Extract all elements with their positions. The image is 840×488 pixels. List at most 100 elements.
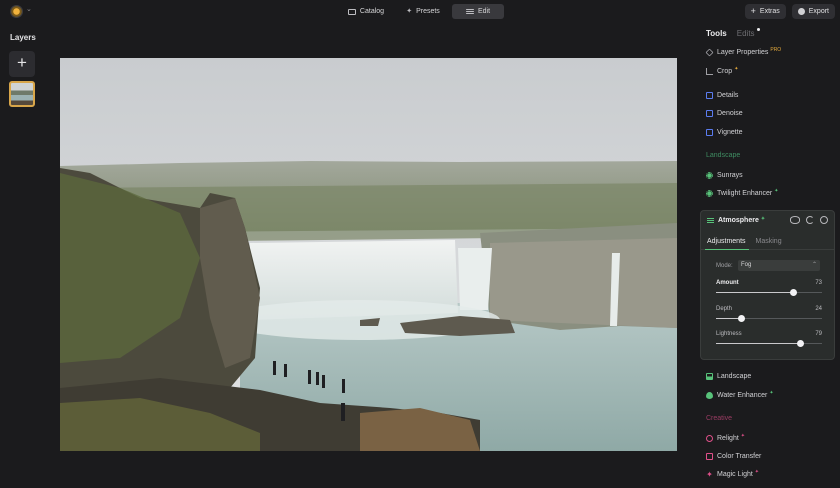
slider-label: Amount bbox=[716, 280, 739, 286]
tool-label: Sunrays bbox=[717, 171, 743, 179]
export-icon bbox=[797, 8, 805, 15]
extras-label: Extras bbox=[759, 8, 780, 15]
ai-badge-icon: ✦ bbox=[754, 469, 759, 475]
tool-denoise[interactable]: Denoise bbox=[706, 108, 743, 118]
tool-sunrays[interactable]: Sunrays bbox=[706, 170, 743, 180]
tool-label: Details bbox=[717, 91, 739, 99]
tool-label: Magic Light bbox=[717, 470, 753, 478]
atmosphere-header[interactable]: Atmosphere ✦ bbox=[707, 215, 766, 224]
tab-divider bbox=[701, 249, 834, 250]
catalog-button[interactable]: Catalog bbox=[338, 4, 394, 19]
tool-details[interactable]: Details bbox=[706, 90, 738, 100]
slider-knob[interactable] bbox=[796, 340, 804, 347]
sliders-icon bbox=[465, 11, 474, 12]
details-icon bbox=[706, 91, 713, 99]
slider-track[interactable] bbox=[716, 340, 822, 347]
tab-edits[interactable]: Edits bbox=[736, 28, 760, 38]
active-tab-underline bbox=[705, 249, 749, 250]
slider-fill bbox=[716, 343, 800, 344]
layers-title: Layers bbox=[10, 33, 36, 42]
twilight-icon bbox=[706, 189, 713, 197]
export-label: Export bbox=[808, 8, 829, 15]
edit-button[interactable]: Edit bbox=[452, 4, 504, 19]
tool-label: Relight bbox=[717, 434, 739, 442]
atmosphere-card: Atmosphere ✦ Adjustments Masking Mode: F… bbox=[700, 210, 835, 360]
extras-button[interactable]: + Extras bbox=[744, 4, 786, 19]
tab-masking[interactable]: Masking bbox=[756, 238, 782, 245]
slider-track[interactable] bbox=[716, 289, 822, 296]
tab-edits-label: Edits bbox=[736, 29, 755, 38]
catalog-label: Catalog bbox=[359, 8, 385, 15]
presets-button[interactable]: ✦ Presets bbox=[396, 4, 450, 19]
tool-label: Water Enhancer bbox=[717, 391, 768, 399]
ai-badge-icon: ✦ bbox=[760, 215, 766, 222]
sparkle-icon: ✦ bbox=[706, 469, 713, 479]
slider-knob[interactable] bbox=[790, 289, 798, 296]
export-button[interactable]: Export bbox=[791, 4, 835, 19]
slider-label: Depth bbox=[716, 306, 733, 312]
tool-label: Vignette bbox=[717, 128, 743, 136]
relight-icon bbox=[706, 434, 713, 442]
mode-switcher: Catalog ✦ Presets Edit bbox=[338, 4, 506, 19]
presets-label: Presets bbox=[416, 8, 440, 15]
tool-crop[interactable]: Crop ✦ bbox=[706, 66, 738, 76]
tool-water-enhancer[interactable]: Water Enhancer ✦ bbox=[706, 390, 774, 400]
tool-landscape[interactable]: Landscape bbox=[706, 371, 751, 381]
vignette-icon bbox=[706, 128, 713, 136]
slider-value: 73 bbox=[815, 280, 822, 286]
tool-twilight-enhancer[interactable]: Twilight Enhancer ✦ bbox=[706, 188, 778, 198]
chevron-down-icon[interactable]: ⌄ bbox=[26, 5, 32, 13]
sun-icon bbox=[706, 171, 713, 179]
tool-label: Denoise bbox=[717, 109, 743, 117]
top-bar: ⌄ Catalog ✦ Presets Edit + Extras Export bbox=[0, 0, 840, 24]
tab-adjustments[interactable]: Adjustments bbox=[707, 238, 746, 245]
landscape-icon bbox=[706, 372, 713, 380]
unsaved-dot-icon bbox=[756, 28, 760, 31]
atmosphere-icon bbox=[707, 220, 714, 221]
waterfall-photo bbox=[60, 58, 677, 451]
folder-icon bbox=[347, 8, 356, 15]
slider-fill bbox=[716, 292, 794, 293]
slider-track[interactable] bbox=[716, 315, 822, 322]
mode-value: Fog bbox=[741, 262, 752, 268]
sparkle-icon: ✦ bbox=[406, 7, 413, 15]
tool-label: Crop bbox=[717, 67, 733, 75]
layer-thumbnail[interactable] bbox=[9, 81, 35, 107]
tool-label: Twilight Enhancer bbox=[717, 189, 773, 197]
reset-icon[interactable] bbox=[806, 216, 814, 224]
tool-magic-light[interactable]: ✦ Magic Light ✦ bbox=[706, 469, 759, 479]
app-logo-icon[interactable] bbox=[10, 5, 23, 18]
tool-vignette[interactable]: Vignette bbox=[706, 127, 743, 137]
section-landscape: Landscape bbox=[706, 152, 741, 159]
ai-badge-icon: ✦ bbox=[769, 390, 774, 396]
color-transfer-icon bbox=[706, 452, 713, 460]
add-layer-button[interactable]: + bbox=[9, 51, 35, 77]
chevron-updown-icon: ⌃ bbox=[811, 262, 817, 268]
tab-tools[interactable]: Tools bbox=[706, 29, 727, 38]
eye-icon[interactable] bbox=[790, 216, 800, 224]
tool-layer-properties[interactable]: Layer Properties PRO bbox=[705, 47, 782, 57]
tool-color-transfer[interactable]: Color Transfer bbox=[706, 451, 761, 461]
pro-badge-icon: PRO bbox=[770, 47, 782, 53]
ai-badge-icon: ✦ bbox=[774, 188, 779, 194]
edit-label: Edit bbox=[477, 8, 491, 15]
atmosphere-tabs: Adjustments Masking bbox=[707, 238, 782, 245]
slider-value: 79 bbox=[815, 331, 822, 337]
water-drop-icon bbox=[706, 391, 713, 399]
ai-badge-icon: ✦ bbox=[734, 66, 739, 72]
photo-canvas[interactable] bbox=[60, 58, 677, 451]
tool-label: Landscape bbox=[717, 372, 752, 380]
top-right-actions: + Extras Export bbox=[744, 4, 835, 19]
mode-select[interactable]: Fog ⌃ bbox=[738, 260, 820, 271]
ai-badge-icon: ✦ bbox=[740, 433, 745, 439]
slider-knob[interactable] bbox=[738, 315, 746, 322]
tool-label: Layer Properties bbox=[717, 48, 769, 56]
slider-value: 24 bbox=[815, 306, 822, 312]
info-icon[interactable] bbox=[820, 216, 828, 224]
denoise-icon bbox=[706, 109, 713, 117]
panel-tabs: Tools Edits bbox=[706, 28, 760, 38]
tool-label: Color Transfer bbox=[717, 452, 762, 460]
atmosphere-title: Atmosphere bbox=[718, 217, 759, 224]
tool-relight[interactable]: Relight ✦ bbox=[706, 433, 745, 443]
crop-icon bbox=[706, 67, 713, 75]
